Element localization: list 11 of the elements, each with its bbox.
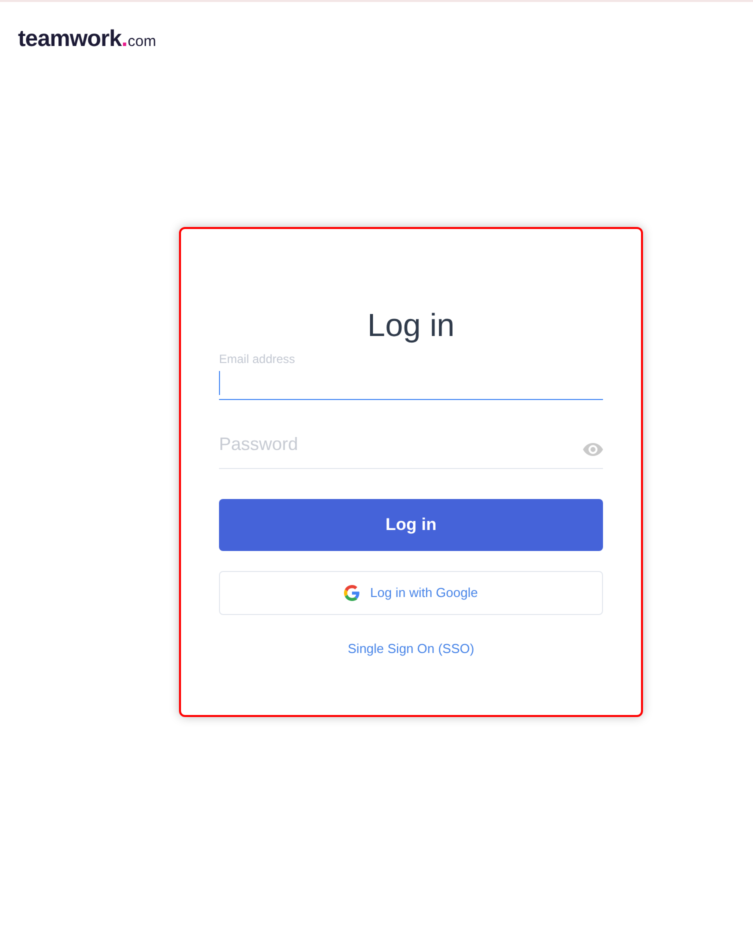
logo-wordmark: teamwork xyxy=(18,24,122,53)
logo-dot: . xyxy=(121,24,128,53)
text-cursor xyxy=(219,370,220,394)
google-login-button[interactable]: Log in with Google xyxy=(219,570,603,614)
eye-icon[interactable] xyxy=(583,442,603,456)
email-label: Email address xyxy=(219,350,296,366)
logo-suffix: com xyxy=(128,32,156,52)
google-g-icon xyxy=(344,584,360,600)
login-title: Log in xyxy=(366,306,456,344)
sso-link[interactable]: Single Sign On (SSO) xyxy=(348,638,474,658)
login-button[interactable]: Log in xyxy=(219,498,603,550)
